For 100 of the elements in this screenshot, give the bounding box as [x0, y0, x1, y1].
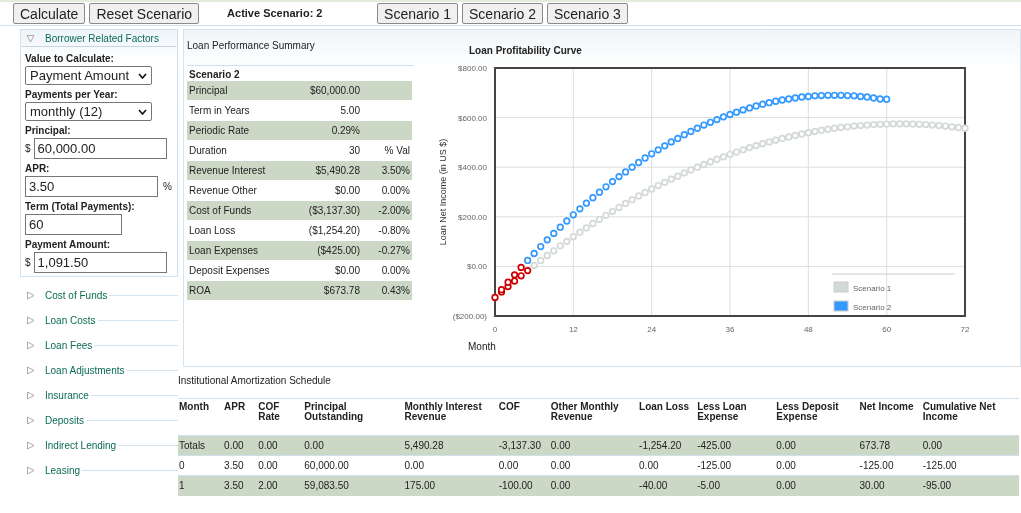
table-cell-text: -2.00%: [377, 204, 410, 218]
table-cell-text: ROA: [188, 284, 212, 298]
table-cell-text: $673.78: [322, 284, 360, 298]
table-cell-text: -0.27%: [377, 244, 410, 258]
table-cell: 3.50: [223, 475, 258, 496]
table-cell: -3,137.30: [497, 435, 550, 456]
axis-tick-label: 0: [492, 325, 498, 334]
table-cell-text: $60,000.00: [308, 84, 360, 98]
column-header: Less Loan Expense: [696, 398, 776, 436]
table-cell: 0.00: [775, 435, 859, 456]
active-scenario-label: Active Scenario: 2: [227, 6, 324, 22]
currency-symbol: $: [25, 142, 31, 156]
table-cell: 0.00: [921, 435, 1019, 456]
table-cell: 0.00: [223, 435, 258, 456]
table-cell: -125.00: [696, 455, 776, 476]
table-cell-text: Duration: [188, 144, 228, 158]
column-header: Net Income: [858, 398, 922, 436]
column-header: COF Rate: [257, 398, 304, 436]
table-cell-text: 0.00%: [380, 184, 410, 198]
table-cell: 2.00: [257, 475, 304, 496]
table-cell-text: 3.50%: [380, 164, 410, 178]
table-cell: 0: [178, 455, 224, 476]
currency-symbol: $: [25, 256, 31, 270]
table-cell-text: Loan Expenses: [188, 244, 259, 258]
table-cell: 0.00: [549, 455, 639, 476]
table-cell: -100.00: [497, 475, 550, 496]
table-cell-text: 30: [347, 144, 360, 158]
axis-tick-label: $0.00: [466, 262, 487, 272]
axis-tick-label: $600.00: [458, 113, 487, 123]
table-cell: -95.00: [921, 475, 1019, 496]
table-cell-text: Loan Loss: [188, 224, 237, 238]
table-cell: 0.00: [638, 455, 697, 476]
table-cell: -425.00: [696, 435, 776, 456]
table-cell: 0.00: [775, 475, 859, 496]
table-cell: 60,000.00: [303, 455, 404, 476]
table-cell-text: 0.29%: [330, 124, 360, 138]
table-cell-text: Revenue Interest: [188, 164, 267, 178]
table-cell: 0.00: [549, 475, 639, 496]
table-cell-text: Periodic Rate: [188, 124, 251, 138]
table-cell-text: $0.00: [333, 264, 360, 278]
axis-tick-label: 12: [568, 325, 578, 334]
table-cell: 673.78: [858, 435, 922, 456]
table-cell-text: Deposit Expenses: [188, 264, 271, 278]
legend-label: Scenario 1: [853, 284, 892, 293]
axis-tick-label: 48: [803, 325, 813, 334]
axis-tick-label: $400.00: [458, 163, 487, 173]
table-cell: 0.00: [257, 435, 304, 456]
column-header: Loan Loss: [638, 398, 697, 436]
table-heading: Scenario 2: [188, 68, 241, 81]
column-header: Cumulative Net Income: [921, 398, 1019, 436]
table-cell-text: -0.80%: [377, 224, 410, 238]
column-header: APR: [223, 398, 258, 436]
panel-title: Loan Performance Summary: [187, 38, 414, 66]
column-header: Monthly Interest Revenue: [403, 398, 498, 436]
table-cell: 30.00: [858, 475, 922, 496]
field-label: Payments per Year:: [25, 88, 119, 102]
column-header: COF: [497, 398, 550, 436]
table-cell-text: Principal: [188, 84, 229, 98]
field-label: Term (Total Payments):: [25, 200, 136, 214]
table-cell-text: Revenue Other: [188, 184, 258, 198]
axis-tick-label: 72: [960, 325, 970, 334]
axis-tick-label: 60: [882, 325, 892, 334]
axis-title: Month: [468, 341, 496, 352]
table-cell-text: Cost of Funds: [188, 204, 253, 218]
axis-tick-label: $200.00: [458, 212, 487, 222]
legend-label: Scenario 2: [853, 303, 892, 312]
table-cell: -40.00: [638, 475, 697, 496]
field-label: Payment Amount:: [25, 238, 112, 252]
field-label: Value to Calculate:: [25, 52, 115, 66]
table-cell: 0.00: [257, 455, 304, 476]
table-cell: 0.00: [775, 455, 859, 476]
field-label: APR:: [25, 162, 51, 176]
axis-title: Loan Net Income (in US $): [438, 138, 448, 246]
table-cell: 0.00: [403, 455, 498, 476]
table-cell: -125.00: [921, 455, 1019, 476]
table-cell-text: $5,490.28: [314, 164, 360, 178]
table-cell: 59,083.50: [303, 475, 404, 496]
table-cell-text: ($3,137.30): [307, 204, 360, 218]
table-cell: 175.00: [403, 475, 498, 496]
percent-symbol: %: [163, 180, 172, 194]
table-cell-text: ($425.00): [316, 244, 360, 258]
column-header: Other Monthly Revenue: [549, 398, 639, 436]
table-cell: 0.00: [497, 455, 550, 476]
table-cell: -5.00: [696, 475, 776, 496]
column-header: Principal Outstanding: [303, 398, 404, 436]
column-header: Less Deposit Expense: [775, 398, 859, 436]
table-cell: -125.00: [858, 455, 922, 476]
table-cell: 0.00: [303, 435, 404, 456]
table-cell: 0.00: [549, 435, 639, 456]
table-cell: 3.50: [223, 455, 258, 476]
table-cell-text: ($1,254.20): [307, 224, 360, 238]
table-cell-text: 0.43%: [380, 284, 410, 298]
table-cell-text: Term in Years: [188, 104, 251, 118]
table-cell: -1,254.20: [638, 435, 697, 456]
axis-tick-label: ($200.00): [452, 312, 487, 321]
column-header: Month: [178, 398, 224, 436]
axis-tick-label: $800.00: [458, 64, 487, 73]
section-title: Institutional Amortization Schedule: [178, 374, 332, 388]
table-cell-text: 5.00: [339, 104, 360, 118]
table-cell: Totals: [178, 435, 224, 456]
